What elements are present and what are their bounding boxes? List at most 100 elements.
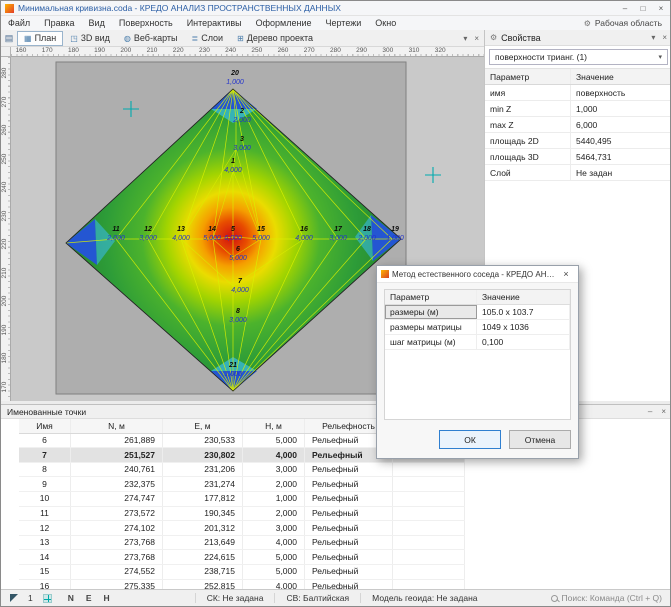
cell[interactable]: поверхность <box>571 85 671 100</box>
cell[interactable]: 273,768 <box>71 536 163 550</box>
cell[interactable]: 231,206 <box>163 463 243 477</box>
cursor-mode-icon[interactable] <box>10 594 18 602</box>
menu-item[interactable]: Окно <box>368 18 403 28</box>
cell[interactable]: Рельефный <box>305 507 393 521</box>
tab-layers[interactable]: ≣Слои <box>185 31 231 46</box>
menu-item[interactable]: Оформление <box>249 18 319 28</box>
cell[interactable]: 261,889 <box>71 434 163 448</box>
table-row[interactable]: 13273,768213,6494,000Рельефный <box>19 536 465 551</box>
cell[interactable]: 6 <box>19 434 71 448</box>
cell[interactable]: Рельефный <box>305 565 393 579</box>
cell[interactable]: 3,000 <box>243 463 305 477</box>
cell[interactable]: 230,802 <box>163 448 243 462</box>
cell[interactable]: 8 <box>19 463 71 477</box>
cell[interactable]: 3,000 <box>243 521 305 535</box>
menu-item[interactable]: Поверхность <box>112 18 180 28</box>
cell[interactable]: 190,345 <box>163 507 243 521</box>
cell[interactable]: 0,100 <box>477 335 570 349</box>
cell[interactable]: 274,552 <box>71 565 163 579</box>
tab-tree[interactable]: ⊞Дерево проекта <box>230 31 320 46</box>
cell[interactable]: 7 <box>19 448 71 462</box>
cell[interactable]: max Z <box>485 117 571 132</box>
menu-item[interactable]: Чертежи <box>319 18 369 28</box>
panel-close-icon[interactable]: × <box>662 33 667 42</box>
cell[interactable]: 232,375 <box>71 477 163 491</box>
cell[interactable]: 5440,495 <box>571 133 671 148</box>
cell[interactable]: 5,000 <box>243 550 305 564</box>
close-button[interactable]: × <box>652 2 670 15</box>
cell[interactable]: 105.0 x 103.7 <box>477 305 570 319</box>
cell[interactable] <box>393 507 465 521</box>
column-header[interactable]: N, м <box>71 419 163 433</box>
cell[interactable]: размеры матрицы <box>385 320 477 334</box>
view-menu-icon[interactable]: ▤ <box>1 33 17 44</box>
cell[interactable]: 238,715 <box>163 565 243 579</box>
cell[interactable]: 224,615 <box>163 550 243 564</box>
table-row[interactable]: шаг матрицы (м)0,100 <box>385 335 570 350</box>
cell[interactable]: 13 <box>19 536 71 550</box>
cell[interactable]: 230,533 <box>163 434 243 448</box>
cell[interactable]: Рельефный <box>305 550 393 564</box>
minimize-button[interactable]: – <box>616 2 634 15</box>
cell[interactable]: 1,000 <box>571 101 671 116</box>
cell[interactable] <box>393 463 465 477</box>
column-header[interactable]: Значение <box>477 290 570 304</box>
cell[interactable]: 1,000 <box>243 492 305 506</box>
column-header[interactable]: Параметр <box>385 290 477 304</box>
column-header[interactable]: Имя <box>19 419 71 433</box>
tab-cube[interactable]: ◳3D вид <box>63 31 117 46</box>
table-row[interactable]: min Z1,000 <box>485 101 671 117</box>
snap-grid-icon[interactable] <box>43 594 52 603</box>
column-header[interactable]: H, м <box>243 419 305 433</box>
dialog-close-icon[interactable]: × <box>558 269 574 279</box>
table-row[interactable]: 12274,102201,3123,000Рельефный <box>19 521 465 536</box>
table-row[interactable]: 8240,761231,2063,000Рельефный <box>19 463 465 478</box>
cell[interactable]: 273,768 <box>71 550 163 564</box>
table-row[interactable]: размеры матрицы1049 x 1036 <box>385 320 570 335</box>
cell[interactable]: 2,000 <box>243 477 305 491</box>
table-row[interactable]: размеры (м)105.0 x 103.7 <box>385 305 570 320</box>
cell[interactable]: 274,102 <box>71 521 163 535</box>
cell[interactable]: Рельефный <box>305 536 393 550</box>
tab-plan[interactable]: ▦План <box>17 31 63 46</box>
table-row[interactable]: 10274,747177,8121,000Рельефный <box>19 492 465 507</box>
cell[interactable]: Рельефный <box>305 492 393 506</box>
cell[interactable]: 201,312 <box>163 521 243 535</box>
cell[interactable]: имя <box>485 85 571 100</box>
menu-item[interactable]: Интерактивы <box>180 18 249 28</box>
cell[interactable]: 9 <box>19 477 71 491</box>
pane-close-icon[interactable]: × <box>474 34 479 43</box>
column-header[interactable]: E, м <box>163 419 243 433</box>
panel-close-icon[interactable]: × <box>661 407 666 416</box>
cell[interactable]: Не задан <box>571 165 671 180</box>
menu-item[interactable]: Файл <box>1 18 37 28</box>
cell[interactable]: 231,274 <box>163 477 243 491</box>
cell[interactable]: 5,000 <box>243 434 305 448</box>
table-row[interactable]: 11273,572190,3452,000Рельефный <box>19 507 465 522</box>
cell[interactable] <box>393 477 465 491</box>
cell[interactable] <box>393 536 465 550</box>
cell[interactable]: Рельефный <box>305 521 393 535</box>
chevron-down-icon[interactable]: ▾ <box>463 34 467 43</box>
table-row[interactable]: площадь 2D5440,495 <box>485 133 671 149</box>
cell[interactable]: размеры (м) <box>385 305 477 319</box>
cell[interactable]: 12 <box>19 521 71 535</box>
menu-item[interactable]: Вид <box>82 18 112 28</box>
cell[interactable]: Рельефный <box>305 477 393 491</box>
cell[interactable]: 4,000 <box>243 536 305 550</box>
cell[interactable]: Слой <box>485 165 571 180</box>
table-row[interactable]: имяповерхность <box>485 85 671 101</box>
panel-menu-icon[interactable]: ▾ <box>651 33 655 42</box>
cancel-button[interactable]: Отмена <box>509 430 571 449</box>
column-header[interactable]: Значение <box>571 69 671 84</box>
table-row[interactable]: 15274,552238,7155,000Рельефный <box>19 565 465 580</box>
table-row[interactable]: СлойНе задан <box>485 165 671 181</box>
panel-minimize-icon[interactable]: – <box>648 407 652 416</box>
tab-globe[interactable]: ◍Веб-карты <box>117 31 185 46</box>
cell[interactable]: 240,761 <box>71 463 163 477</box>
cell[interactable]: 4,000 <box>243 448 305 462</box>
cell[interactable]: 177,812 <box>163 492 243 506</box>
maximize-button[interactable]: □ <box>634 2 652 15</box>
menu-item[interactable]: Правка <box>37 18 81 28</box>
coord-toggle-H[interactable]: H <box>98 593 116 603</box>
